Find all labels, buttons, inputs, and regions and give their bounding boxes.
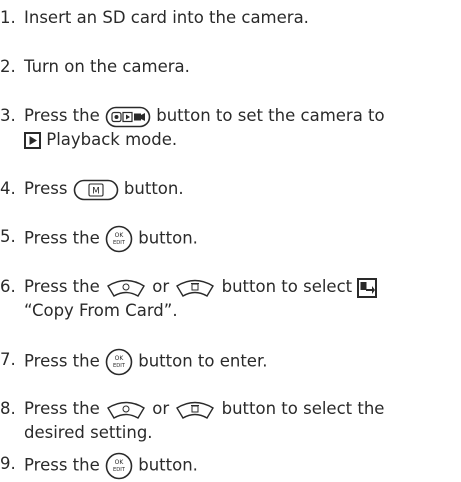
menu-button-letter: M: [92, 186, 100, 196]
step-number: 1.: [0, 8, 16, 27]
step-text-pre: Press the: [24, 351, 105, 371]
svg-text:EDIT: EDIT: [113, 363, 126, 369]
svg-text:OK: OK: [115, 459, 125, 466]
up-button-icon: [105, 400, 147, 420]
step-number: 4.: [0, 179, 16, 198]
step-text-line2: “Copy From Card”.: [24, 301, 178, 320]
step-number: 7.: [0, 350, 16, 369]
mode-button-icon: [105, 106, 151, 128]
step-text-post: button.: [118, 179, 184, 198]
svg-text:OK: OK: [115, 232, 125, 239]
step-text-pre: Press the: [24, 277, 105, 296]
step-text-line2: Playback mode.: [41, 130, 178, 149]
step-text-pre: Press: [24, 179, 73, 198]
manual-page: { "steps": [ {"num": "1.", "text": "Inse…: [0, 0, 461, 482]
step-number: 9.: [0, 454, 16, 473]
step-text-pre: Press the: [24, 455, 105, 475]
ok-edit-button-icon: OK EDIT: [105, 348, 133, 376]
menu-button-icon: M: [73, 179, 119, 201]
down-delete-button-icon: [174, 278, 216, 298]
svg-text:EDIT: EDIT: [113, 240, 126, 246]
step-number: 5.: [0, 227, 16, 246]
step-number: 8.: [0, 399, 16, 418]
step-text-post: button to enter.: [133, 351, 268, 371]
step-text-pre: Press the: [24, 228, 105, 248]
step-number: 2.: [0, 57, 16, 76]
step-text: Turn on the camera.: [24, 57, 190, 76]
step-text-post: button to set the camera to: [151, 106, 385, 125]
up-button-icon: [105, 278, 147, 298]
svg-text:EDIT: EDIT: [113, 467, 126, 473]
step-text-line2: desired setting.: [24, 423, 153, 442]
copy-from-card-icon: [357, 277, 378, 298]
step-text-post: button.: [133, 455, 198, 475]
ok-edit-button-icon: OK EDIT: [105, 452, 133, 480]
step-text-mid: or: [147, 399, 175, 418]
step-text-pre: Press the: [24, 106, 105, 125]
ok-edit-button-icon: OK EDIT: [105, 225, 133, 253]
step-text-pre: Press the: [24, 399, 105, 418]
step-text-post: button to select: [216, 277, 358, 296]
step-3: 3. Press the button to set the camera to…: [0, 104, 461, 156]
step-8: 8. Press the or button to select the des…: [0, 397, 461, 449]
svg-text:OK: OK: [115, 355, 125, 362]
step-6: 6. Press the or button to select “Copy F…: [0, 275, 461, 327]
step-text-post: button to select the: [216, 399, 385, 418]
step-number: 6.: [0, 277, 16, 296]
down-delete-button-icon: [174, 400, 216, 420]
step-text: Insert an SD card into the camera.: [24, 8, 309, 27]
step-number: 3.: [0, 106, 16, 125]
step-text-post: button.: [133, 228, 198, 248]
step-text-mid: or: [147, 277, 175, 296]
playback-icon: [24, 132, 41, 149]
